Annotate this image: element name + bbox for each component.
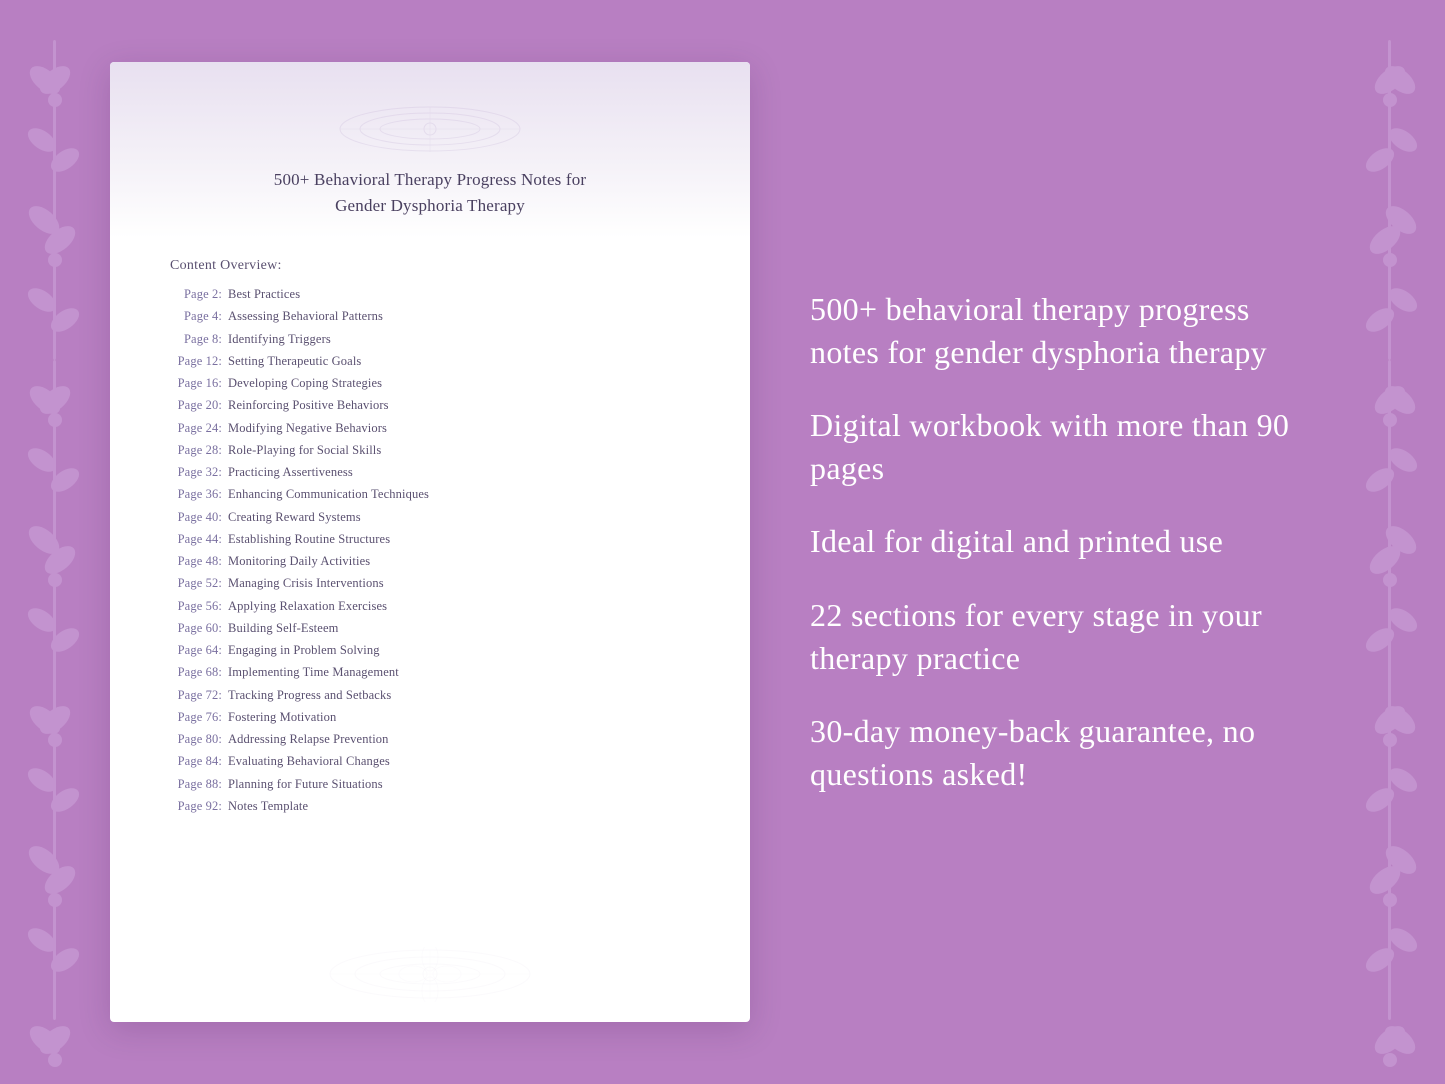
toc-item: Page 32:Practicing Assertiveness <box>170 462 690 483</box>
doc-title: 500+ Behavioral Therapy Progress Notes f… <box>170 167 690 218</box>
toc-item: Page 64:Engaging in Problem Solving <box>170 640 690 661</box>
toc-item: Page 68:Implementing Time Management <box>170 662 690 683</box>
toc-item: Page 28:Role-Playing for Social Skills <box>170 440 690 461</box>
toc-item: Page 4:Assessing Behavioral Patterns <box>170 306 690 327</box>
toc-item: Page 44:Establishing Routine Structures <box>170 529 690 550</box>
toc-item: Page 56:Applying Relaxation Exercises <box>170 596 690 617</box>
toc-item: Page 2:Best Practices <box>170 284 690 305</box>
feature-text-1: Digital workbook with more than 90 pages <box>810 404 1325 490</box>
doc-title-line2: Gender Dysphoria Therapy <box>335 196 525 215</box>
toc-item: Page 12:Setting Therapeutic Goals <box>170 351 690 372</box>
feature-text-0: 500+ behavioral therapy progress notes f… <box>810 288 1325 374</box>
doc-body: Content Overview: Page 2:Best PracticesP… <box>110 238 750 937</box>
toc-item: Page 40:Creating Reward Systems <box>170 507 690 528</box>
toc-item: Page 16:Developing Coping Strategies <box>170 373 690 394</box>
doc-header: 500+ Behavioral Therapy Progress Notes f… <box>110 62 750 238</box>
feature-text-2: Ideal for digital and printed use <box>810 520 1325 563</box>
toc-item: Page 76:Fostering Motivation <box>170 707 690 728</box>
document-card: 500+ Behavioral Therapy Progress Notes f… <box>110 62 750 1022</box>
toc-item: Page 72:Tracking Progress and Setbacks <box>170 685 690 706</box>
toc-item: Page 36:Enhancing Communication Techniqu… <box>170 484 690 505</box>
toc-item: Page 20:Reinforcing Positive Behaviors <box>170 395 690 416</box>
toc-item: Page 24:Modifying Negative Behaviors <box>170 418 690 439</box>
toc-item: Page 8:Identifying Triggers <box>170 329 690 350</box>
toc-item: Page 84:Evaluating Behavioral Changes <box>170 751 690 772</box>
toc-item: Page 60:Building Self-Esteem <box>170 618 690 639</box>
content-overview-label: Content Overview: <box>170 258 690 274</box>
feature-text-3: 22 sections for every stage in your ther… <box>810 594 1325 680</box>
toc-list: Page 2:Best PracticesPage 4:Assessing Be… <box>170 284 690 817</box>
right-content: 500+ behavioral therapy progress notes f… <box>810 288 1385 797</box>
main-content: 500+ Behavioral Therapy Progress Notes f… <box>0 0 1445 1084</box>
toc-item: Page 48:Monitoring Daily Activities <box>170 551 690 572</box>
toc-item: Page 92:Notes Template <box>170 796 690 817</box>
toc-item: Page 88:Planning for Future Situations <box>170 774 690 795</box>
doc-watermark-bottom <box>110 937 750 1022</box>
doc-title-line1: 500+ Behavioral Therapy Progress Notes f… <box>274 170 586 189</box>
toc-item: Page 52:Managing Crisis Interventions <box>170 573 690 594</box>
feature-text-4: 30-day money-back guarantee, no question… <box>810 710 1325 796</box>
toc-item: Page 80:Addressing Relapse Prevention <box>170 729 690 750</box>
